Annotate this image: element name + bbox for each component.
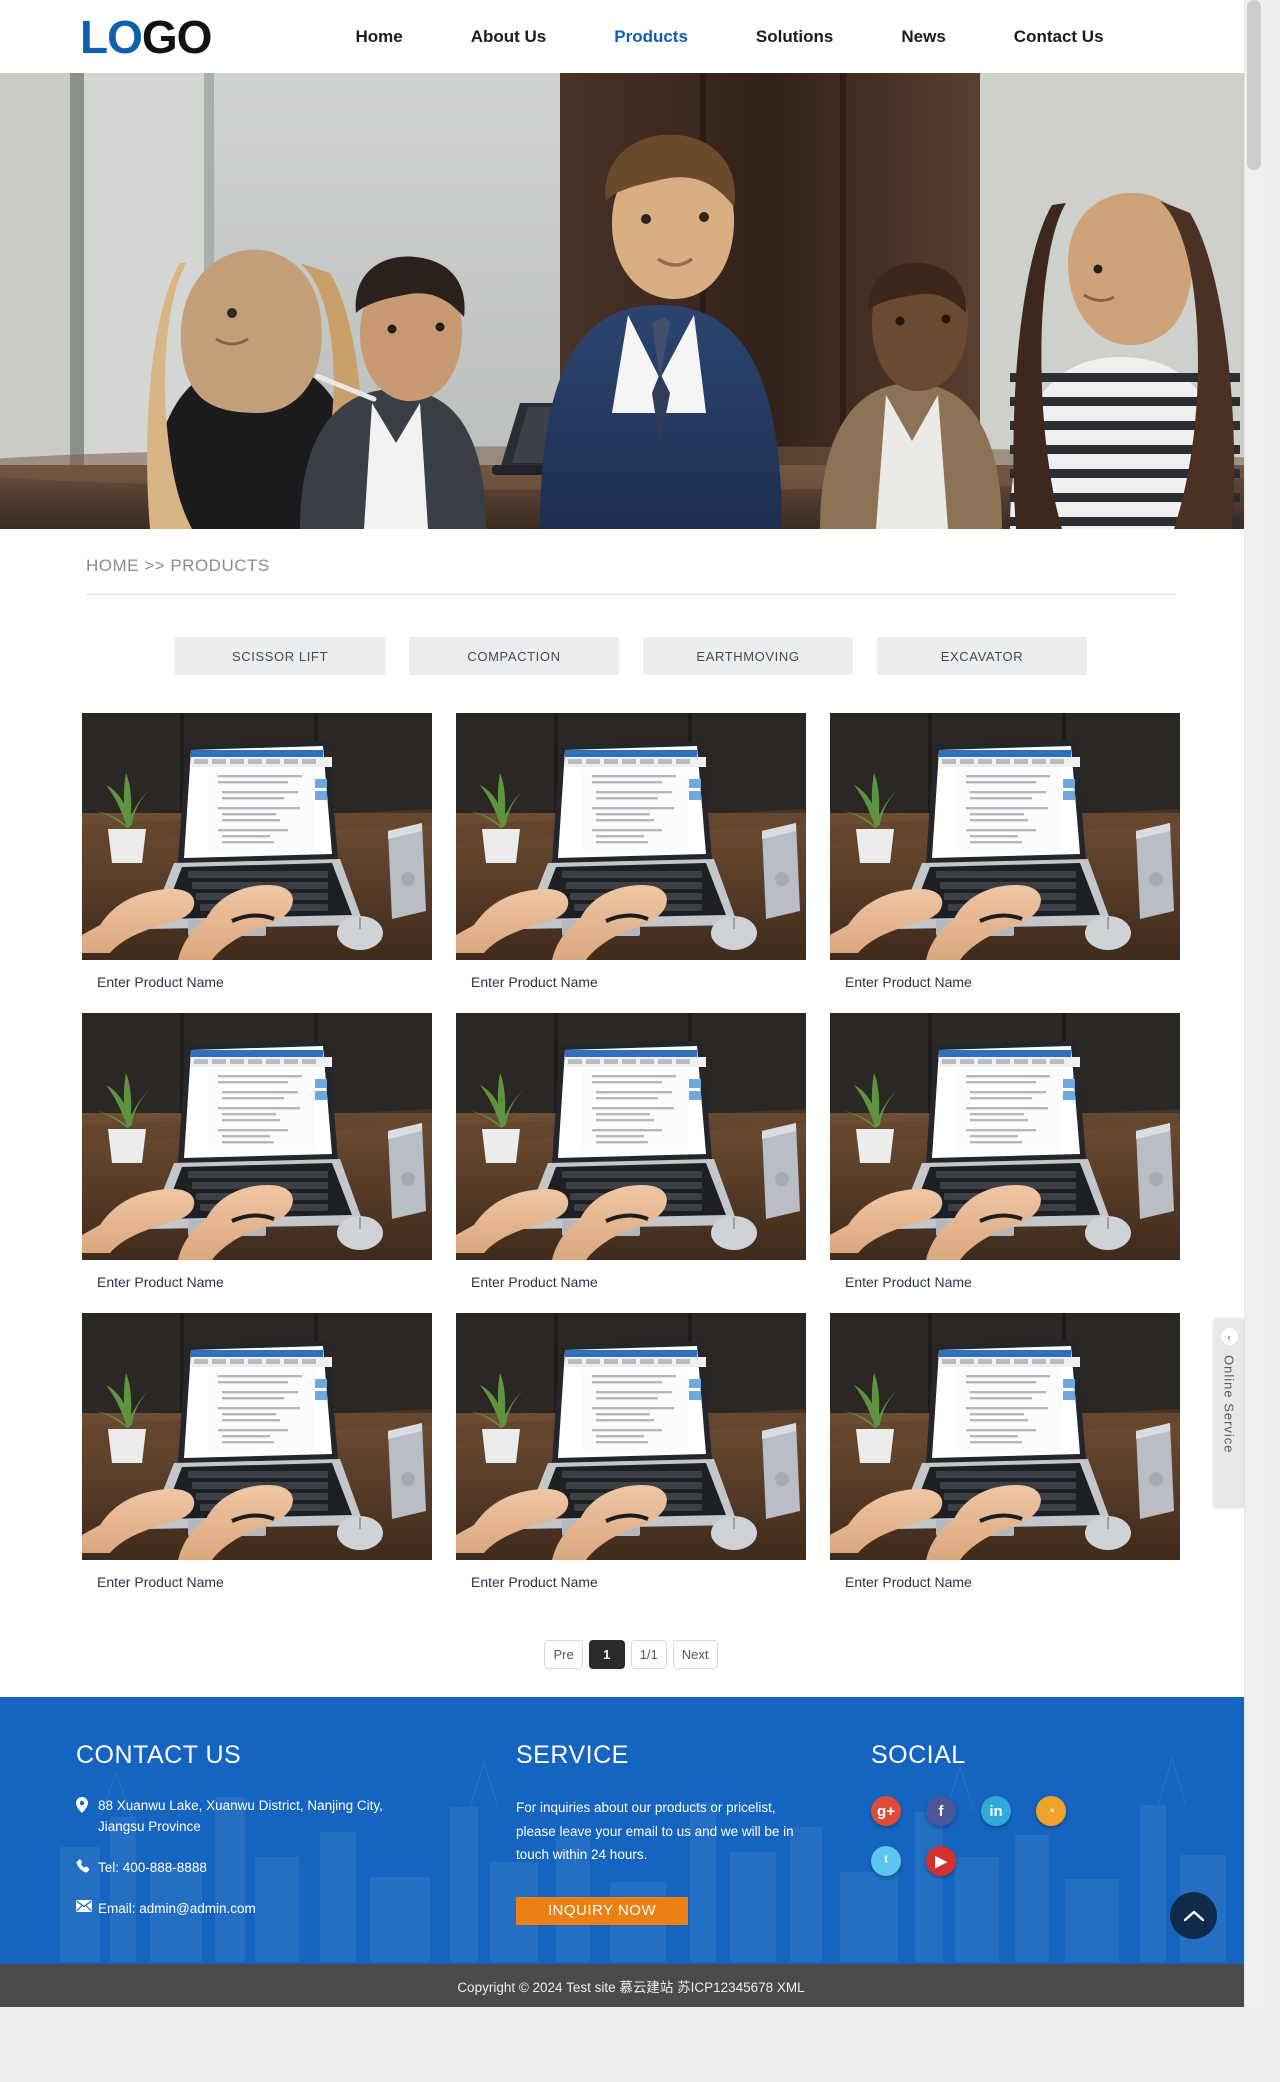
social-icon-facebook[interactable]: f [926, 1796, 956, 1826]
product-card-6[interactable]: Enter Product Name [830, 1013, 1180, 1290]
product-card-7[interactable]: Enter Product Name [82, 1313, 432, 1590]
product-title: Enter Product Name [471, 974, 598, 990]
product-title: Enter Product Name [845, 1574, 972, 1590]
product-card-1[interactable]: Enter Product Name [82, 713, 432, 990]
nav-item-products[interactable]: Products [580, 27, 722, 47]
nav-item-home[interactable]: Home [321, 27, 436, 47]
product-image [82, 1313, 432, 1560]
product-card-2[interactable]: Enter Product Name [456, 713, 806, 990]
product-card-4[interactable]: Enter Product Name [82, 1013, 432, 1290]
page-scrollbar[interactable] [1244, 0, 1262, 2007]
footer-contact-title: CONTACT US [76, 1741, 242, 1769]
nav-item-contact-us[interactable]: Contact Us [980, 27, 1138, 47]
inquiry-now-button[interactable]: INQUIRY NOW [516, 1896, 688, 1925]
site-footer: CONTACT US 88 Xuanwu Lake, Xuanwu Distri… [0, 1697, 1262, 1962]
product-title: Enter Product Name [845, 974, 972, 990]
product-image [82, 1013, 432, 1260]
footer-address-row: 88 Xuanwu Lake, Xuanwu District, Nanjing… [76, 1796, 516, 1838]
social-icon-youtube[interactable]: ▶ [926, 1846, 956, 1876]
product-card-8[interactable]: Enter Product Name [456, 1313, 806, 1590]
page-root: LOGO Home About Us Products Solutions Ne… [0, 0, 1262, 2007]
product-card-5[interactable]: Enter Product Name [456, 1013, 806, 1290]
pagination-page-indicator: 1/1 [630, 1640, 667, 1669]
breadcrumb-separator: >> [144, 556, 166, 575]
breadcrumb: HOME >> PRODUCTS [86, 556, 1176, 595]
copyright-text: Copyright © 2024 Test site 慕云建站 苏ICP1234… [457, 1979, 805, 1995]
online-service-tab[interactable]: ‹ Online Service [1214, 1318, 1244, 1508]
logo-text-secondary: GO [141, 10, 213, 63]
footer-social-title: SOCIAL [871, 1741, 966, 1769]
scroll-to-top-button[interactable] [1170, 1892, 1217, 1939]
envelope-icon [76, 1899, 98, 1912]
category-tab-compaction[interactable]: COMPACTION [409, 637, 619, 675]
nav-item-about-us[interactable]: About Us [437, 27, 581, 47]
copyright-bar: Copyright © 2024 Test site 慕云建站 苏ICP1234… [0, 1962, 1262, 2007]
footer-phone-row: Tel: 400-888-8888 [76, 1858, 516, 1879]
category-filter-bar: SCISSOR LIFT COMPACTION EARTHMOVING EXCA… [0, 637, 1262, 675]
product-image [830, 713, 1180, 960]
category-tab-earthmoving[interactable]: EARTHMOVING [643, 637, 853, 675]
footer-contact-column: CONTACT US 88 Xuanwu Lake, Xuanwu Distri… [76, 1741, 516, 1940]
social-icon-google-plus[interactable]: g+ [871, 1796, 901, 1826]
hero-banner-image [0, 73, 1262, 529]
product-image [830, 1313, 1180, 1560]
breadcrumb-section: HOME >> PRODUCTS [86, 529, 1176, 595]
chevron-left-icon: ‹ [1220, 1328, 1238, 1345]
product-title: Enter Product Name [845, 1274, 972, 1290]
product-image [456, 1313, 806, 1560]
product-card-3[interactable]: Enter Product Name [830, 713, 1180, 990]
site-header: LOGO Home About Us Products Solutions Ne… [0, 0, 1262, 73]
nav-item-news[interactable]: News [867, 27, 979, 47]
footer-email-row: Email: admin@admin.com [76, 1899, 516, 1920]
footer-columns: CONTACT US 88 Xuanwu Lake, Xuanwu Distri… [76, 1697, 1186, 1940]
category-tab-excavator[interactable]: EXCAVATOR [877, 637, 1087, 675]
product-image [456, 1013, 806, 1260]
product-title: Enter Product Name [97, 1274, 224, 1290]
footer-service-title: SERVICE [516, 1741, 629, 1769]
scrollbar-thumb[interactable] [1247, 0, 1261, 170]
footer-service-description: For inquiries about our products or pric… [516, 1800, 794, 1863]
main-navigation: Home About Us Products Solutions News Co… [321, 27, 1137, 47]
pagination-page-1-button[interactable]: 1 [588, 1640, 625, 1669]
product-title: Enter Product Name [97, 974, 224, 990]
pagination-next-button[interactable]: Next [672, 1640, 718, 1669]
product-grid: Enter Product Name Enter Product Name En… [82, 713, 1180, 1590]
pagination: Pre 1 1/1 Next [0, 1640, 1262, 1669]
banner-illustration [0, 73, 1262, 529]
footer-email-text: Email: admin@admin.com [98, 1900, 256, 1916]
nav-item-solutions[interactable]: Solutions [722, 27, 867, 47]
footer-service-column: SERVICE For inquiries about our products… [516, 1741, 871, 1940]
logo-text-primary: LO [80, 10, 143, 63]
product-title: Enter Product Name [471, 1274, 598, 1290]
site-logo[interactable]: LOGO [80, 10, 213, 63]
chevron-up-icon [1183, 1910, 1204, 1922]
product-image [456, 713, 806, 960]
product-title: Enter Product Name [471, 1574, 598, 1590]
product-card-9[interactable]: Enter Product Name [830, 1313, 1180, 1590]
online-service-label: Online Service [1221, 1355, 1237, 1454]
footer-social-column: SOCIAL g+ f in ◔ ᵗ ▶ [871, 1741, 1171, 1940]
social-icon-rss[interactable]: ◔ [1036, 1796, 1066, 1826]
footer-phone-text: Tel: 400-888-8888 [98, 1859, 207, 1875]
social-icon-linkedin[interactable]: in [981, 1796, 1011, 1826]
breadcrumb-current: PRODUCTS [170, 556, 270, 575]
breadcrumb-home-link[interactable]: HOME [86, 556, 139, 575]
product-title: Enter Product Name [97, 1574, 224, 1590]
footer-address-text: 88 Xuanwu Lake, Xuanwu District, Nanjing… [98, 1798, 383, 1834]
pagination-prev-button[interactable]: Pre [544, 1640, 583, 1669]
phone-icon [76, 1859, 98, 1873]
location-pin-icon [76, 1797, 98, 1813]
social-icon-twitter[interactable]: ᵗ [871, 1846, 901, 1876]
product-image [82, 713, 432, 960]
product-image [830, 1013, 1180, 1260]
category-tab-scissor-lift[interactable]: SCISSOR LIFT [175, 637, 385, 675]
social-icon-list: g+ f in ◔ ᵗ ▶ [871, 1796, 1071, 1876]
